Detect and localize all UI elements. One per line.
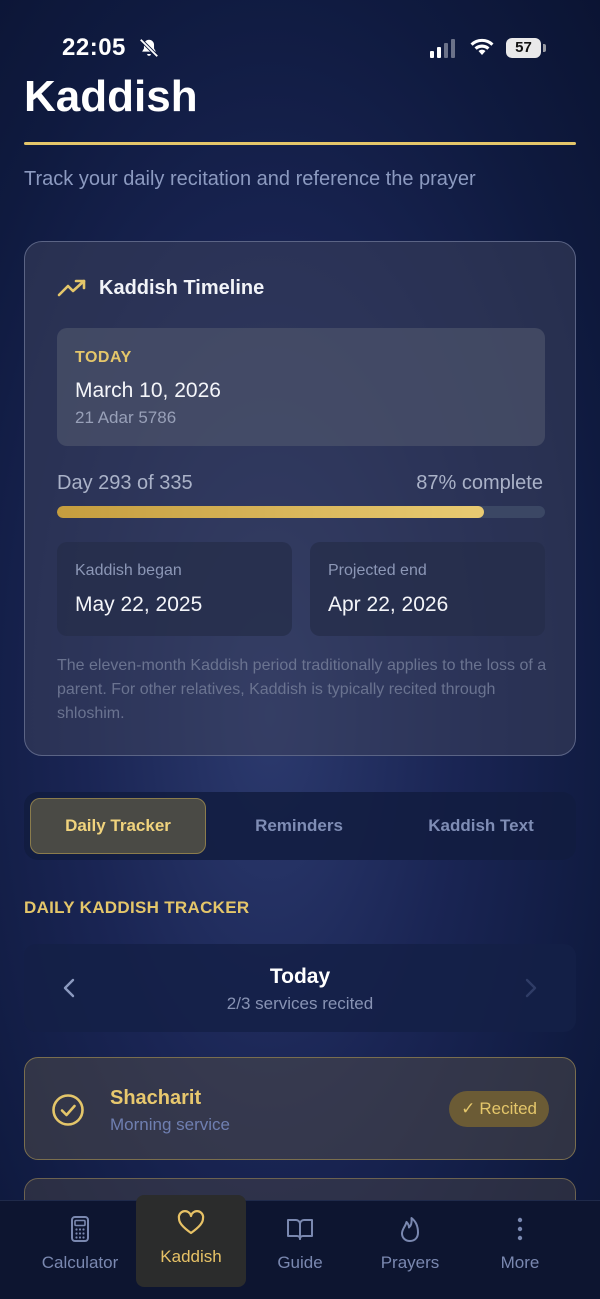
page-title: Kaddish <box>24 72 198 121</box>
tab-kaddish-text[interactable]: Kaddish Text <box>392 798 570 854</box>
calculator-icon <box>71 1216 89 1242</box>
nav-kaddish[interactable]: Kaddish <box>136 1195 246 1287</box>
nav-guide-label: Guide <box>277 1253 323 1272</box>
day-navigator: Today 2/3 services recited <box>24 944 576 1032</box>
status-time: 22:05 <box>62 34 126 61</box>
tab-reminders[interactable]: Reminders <box>210 798 388 854</box>
progress-day-text: Day 293 of 335 <box>57 472 193 494</box>
title-divider <box>24 142 576 145</box>
cellular-signal-icon <box>430 38 455 58</box>
end-value: Apr 22, 2026 <box>328 593 449 616</box>
wifi-icon <box>470 38 494 55</box>
nav-calculator[interactable]: Calculator <box>25 1201 135 1299</box>
heart-icon <box>177 1210 205 1235</box>
end-label: Projected end <box>328 562 427 579</box>
trending-up-icon <box>57 279 86 297</box>
chevron-right-icon[interactable] <box>520 976 542 1000</box>
today-label: TODAY <box>75 349 132 366</box>
today-hebrew-date: 21 Adar 5786 <box>75 408 177 427</box>
battery-tip <box>543 44 546 52</box>
progress-bar-fill <box>57 506 484 518</box>
service-card-shacharit[interactable]: Shacharit Morning service ✓ Recited <box>24 1057 576 1160</box>
kaddish-timeline-card: Kaddish Timeline TODAY March 10, 2026 21… <box>24 241 576 756</box>
progress-percent-text: 87% complete <box>416 472 543 494</box>
check-circle-icon[interactable] <box>51 1093 85 1127</box>
nav-guide[interactable]: Guide <box>245 1201 355 1299</box>
timeline-title: Kaddish Timeline <box>99 276 265 299</box>
nav-more[interactable]: More <box>465 1201 575 1299</box>
nav-kaddish-label: Kaddish <box>160 1247 222 1266</box>
battery-indicator: 57 <box>506 38 541 58</box>
service-name: Shacharit <box>110 1087 202 1109</box>
more-vertical-icon <box>517 1217 523 1241</box>
tab-bar: Daily Tracker Reminders Kaddish Text <box>24 792 576 860</box>
service-subtitle: Morning service <box>110 1115 230 1134</box>
recited-badge[interactable]: ✓ Recited <box>449 1091 549 1127</box>
kaddish-began-box: Kaddish began May 22, 2025 <box>57 542 292 636</box>
today-date: March 10, 2026 <box>75 379 221 402</box>
day-subtitle: 2/3 services recited <box>226 994 374 1013</box>
nav-more-label: More <box>500 1253 540 1272</box>
nav-prayers[interactable]: Prayers <box>355 1201 465 1299</box>
timeline-header: Kaddish Timeline <box>57 276 264 300</box>
nav-calculator-label: Calculator <box>41 1253 119 1272</box>
tab-daily-tracker[interactable]: Daily Tracker <box>30 798 206 854</box>
progress-bar <box>57 506 545 518</box>
book-icon <box>287 1219 313 1240</box>
began-label: Kaddish began <box>75 562 182 579</box>
check-mark-icon: ✓ <box>461 1099 476 1118</box>
page-subtitle: Track your daily recitation and referenc… <box>24 168 476 190</box>
bell-off-icon <box>139 38 159 58</box>
nav-prayers-label: Prayers <box>380 1253 440 1272</box>
timeline-note: The eleven-month Kaddish period traditio… <box>57 657 547 722</box>
flame-icon <box>401 1217 419 1242</box>
badge-label: Recited <box>479 1099 537 1118</box>
today-box: TODAY March 10, 2026 21 Adar 5786 <box>57 328 545 446</box>
bottom-navigation: Calculator Kaddish Guide Prayers More <box>0 1195 600 1299</box>
began-value: May 22, 2025 <box>75 593 203 616</box>
projected-end-box: Projected end Apr 22, 2026 <box>310 542 545 636</box>
day-title: Today <box>269 965 331 988</box>
status-bar: 22:05 57 <box>0 0 600 70</box>
section-label: DAILY KADDISH TRACKER <box>24 898 250 917</box>
